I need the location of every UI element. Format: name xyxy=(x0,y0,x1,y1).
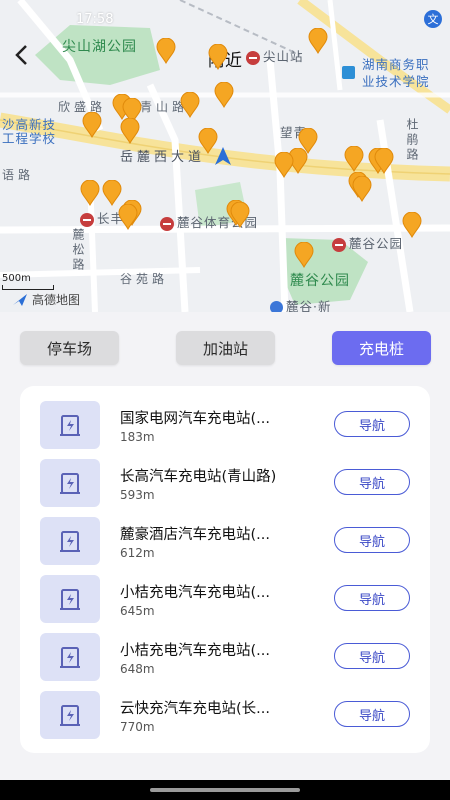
station-distance: 593m xyxy=(120,488,155,502)
charging-pin-icon[interactable] xyxy=(294,242,314,268)
navigate-button[interactable]: 导航 xyxy=(334,469,410,495)
map-label-lugu-station: 麓谷·新 xyxy=(270,296,331,312)
list-item[interactable]: 小桔充电汽车充电站(... 648m 导航 xyxy=(20,633,430,683)
station-distance: 645m xyxy=(120,604,155,618)
tab-gas-station[interactable]: 加油站 xyxy=(176,331,275,365)
list-item[interactable]: 小桔充电汽车充电站(... 645m 导航 xyxy=(20,575,430,625)
charging-station-list: 国家电网汽车充电站(... 183m 导航 长高汽车充电站(青山路) 593m … xyxy=(20,386,430,753)
metro-icon xyxy=(246,50,260,65)
charger-icon xyxy=(40,633,100,681)
station-name: 小桔充电汽车充电站(... xyxy=(120,643,270,659)
charging-pin-icon[interactable] xyxy=(344,146,364,172)
navigate-button[interactable]: 导航 xyxy=(334,701,410,727)
navigate-button[interactable]: 导航 xyxy=(334,585,410,611)
station-name: 云快充汽车充电站(长... xyxy=(120,701,270,717)
list-item[interactable]: 国家电网汽车充电站(... 183m 导航 xyxy=(20,401,430,451)
navigate-button[interactable]: 导航 xyxy=(334,643,410,669)
charging-pin-icon[interactable] xyxy=(208,44,228,70)
navigate-button[interactable]: 导航 xyxy=(334,527,410,553)
charging-pin-icon[interactable] xyxy=(230,202,250,228)
home-indicator[interactable] xyxy=(150,788,300,792)
map-label-guyuan: 谷苑路 xyxy=(120,272,169,286)
category-tabs: 停车场 加油站 充电桩 xyxy=(0,331,450,367)
map-label-lugu-park: 麓谷公园 xyxy=(290,273,350,289)
status-icons: 文 xyxy=(424,10,442,28)
map-label-college-2: 业技术学院 xyxy=(362,74,430,89)
station-name: 长高汽车充电站(青山路) xyxy=(120,469,277,485)
charger-icon xyxy=(40,459,100,507)
list-item[interactable]: 云快充汽车充电站(长... 770m 导航 xyxy=(20,691,430,741)
station-name: 国家电网汽车充电站(... xyxy=(120,411,270,427)
map-logo: 高德地图 xyxy=(12,291,80,308)
charger-icon xyxy=(40,517,100,565)
system-nav-bar xyxy=(0,780,450,800)
charger-icon xyxy=(40,401,100,449)
station-distance: 770m xyxy=(120,720,155,734)
station-distance: 183m xyxy=(120,430,155,444)
map-label-yuelu: 岳麓西大道 xyxy=(120,150,206,165)
amap-logo-icon xyxy=(13,293,27,306)
station-name: 麓豪酒店汽车充电站(... xyxy=(120,527,270,543)
charging-pin-icon[interactable] xyxy=(102,180,122,206)
app-badge-icon: 文 xyxy=(424,10,442,28)
list-item[interactable]: 长高汽车充电站(青山路) 593m 导航 xyxy=(20,459,430,509)
charger-icon xyxy=(40,691,100,739)
map-label-luguyuan: 麓谷公园 xyxy=(332,233,403,252)
map-label-park: 尖山湖公园 xyxy=(62,39,137,55)
station-name: 小桔充电汽车充电站(... xyxy=(120,585,270,601)
charging-pin-icon[interactable] xyxy=(82,112,102,138)
navigate-button[interactable]: 导航 xyxy=(334,411,410,437)
charging-pin-icon[interactable] xyxy=(274,152,294,178)
school-icon xyxy=(342,66,355,79)
charging-pin-icon[interactable] xyxy=(180,92,200,118)
map-scale: 500m xyxy=(2,273,54,290)
metro-icon xyxy=(332,237,346,252)
list-item[interactable]: 麓豪酒店汽车充电站(... 612m 导航 xyxy=(20,517,430,567)
map-label-dujuan: 杜鹃路 xyxy=(405,118,419,163)
charging-pin-icon[interactable] xyxy=(156,38,176,64)
map-label-yu: 语路 xyxy=(2,168,35,182)
status-time: 17:58 xyxy=(76,12,114,27)
tab-parking[interactable]: 停车场 xyxy=(20,331,119,365)
charger-icon xyxy=(40,575,100,623)
map-view[interactable]: 17:58 文 附近 尖山湖公园 尖山站 湖南商务职 业技术学院 欣盛路 青山路… xyxy=(0,0,450,312)
charging-pin-icon[interactable] xyxy=(118,204,138,230)
map-label-shagao-2: 工程学校 xyxy=(2,131,57,146)
map-label-lusong: 麓松路 xyxy=(71,228,85,273)
current-location-icon xyxy=(215,147,231,165)
map-label-station: 尖山站 xyxy=(246,46,304,65)
charging-pin-icon[interactable] xyxy=(214,82,234,108)
charging-pin-icon[interactable] xyxy=(308,28,328,54)
metro-icon xyxy=(160,216,174,231)
station-distance: 612m xyxy=(120,546,155,560)
charging-pin-icon[interactable] xyxy=(374,148,394,174)
tab-charging-station[interactable]: 充电桩 xyxy=(332,331,431,365)
charging-pin-icon[interactable] xyxy=(120,118,140,144)
charging-pin-icon[interactable] xyxy=(402,212,422,238)
metro-icon xyxy=(80,212,94,227)
location-icon xyxy=(270,301,283,312)
station-distance: 648m xyxy=(120,662,155,676)
charging-pin-icon[interactable] xyxy=(352,176,372,202)
charging-pin-icon[interactable] xyxy=(80,180,100,206)
